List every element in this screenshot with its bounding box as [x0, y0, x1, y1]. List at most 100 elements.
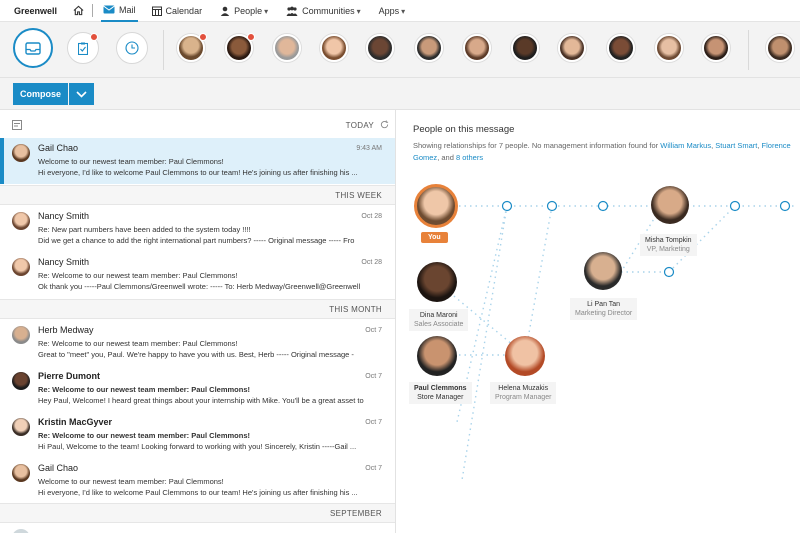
person-avatar[interactable]	[415, 34, 443, 62]
person-avatar[interactable]	[366, 34, 394, 62]
avatar	[12, 258, 30, 276]
list-item[interactable]: Nancy Smith Oct 28 Re: Welcome to our ne…	[0, 252, 395, 298]
mail-icon	[103, 5, 115, 14]
compose-dropdown-button[interactable]	[69, 83, 94, 105]
person-avatar[interactable]	[320, 34, 348, 62]
person-link[interactable]: William Markus	[660, 141, 711, 150]
person-link[interactable]: Stuart Smart	[715, 141, 757, 150]
panel-description: Showing relationships for 7 people. No m…	[413, 141, 791, 162]
desc-and: , and	[437, 153, 454, 162]
avatar	[12, 529, 30, 533]
message-preview: Hey Paul, Welcome! I heard great things …	[38, 396, 364, 405]
inbox-button[interactable]	[13, 28, 53, 68]
brand-name: Greenwell	[14, 5, 58, 16]
message-subject: Welcome to our newest team member: Paul …	[38, 477, 224, 486]
list-item[interactable]: Pierre Dumont Oct 7 Re: Welcome to our n…	[0, 366, 395, 412]
recent-button[interactable]	[116, 32, 148, 64]
message-date: Oct 7	[365, 373, 382, 380]
list-header: TODAY	[0, 110, 395, 138]
person-role: Program Manager	[495, 394, 552, 401]
person-avatar[interactable]	[273, 34, 301, 62]
sender-name: Herb Medway	[38, 325, 94, 335]
clock-icon	[125, 41, 139, 55]
quick-access-strip	[0, 22, 800, 78]
message-preview: Did we get a chance to add the right int…	[38, 236, 355, 245]
person-avatar[interactable]	[511, 34, 539, 62]
sender-name: Pierre Dumont	[38, 371, 101, 381]
sender-name: Nancy Smith	[38, 211, 90, 221]
graph-connector	[546, 200, 558, 212]
others-link[interactable]: 8 others	[456, 153, 483, 162]
message-subject: Re: Welcome to our newest team member: P…	[38, 339, 238, 348]
sender-name: Nancy Smith	[38, 257, 90, 267]
person-notification-dot	[247, 33, 255, 41]
message-preview: Hi everyone, I'd like to welcome Paul Cl…	[38, 168, 358, 177]
person-label: Helena Muzakis Program Manager	[490, 382, 557, 404]
list-icon[interactable]	[12, 120, 22, 130]
calendar-icon	[151, 6, 162, 16]
person-avatar[interactable]	[463, 34, 491, 62]
refresh-icon[interactable]	[380, 120, 389, 129]
list-item[interactable]: Herb Medway Oct 7 Re: Welcome to our new…	[0, 320, 395, 366]
people-icon	[220, 6, 230, 16]
person-node[interactable]	[417, 262, 457, 302]
you-node[interactable]	[414, 184, 458, 228]
people-panel: People on this message Showing relations…	[397, 110, 800, 533]
graph-connector	[597, 200, 609, 212]
person-node[interactable]	[651, 186, 689, 224]
nav-people[interactable]: People	[218, 0, 270, 22]
person-avatar[interactable]	[766, 34, 794, 62]
message-subject: Re: Welcome to our newest team member: P…	[38, 431, 250, 440]
message-date: Oct 7	[365, 327, 382, 334]
nav-communities-label: Communities	[302, 6, 361, 16]
person-node[interactable]	[584, 252, 622, 290]
nav-calendar[interactable]: Calendar	[150, 0, 205, 22]
clipboard-icon	[78, 42, 88, 55]
chevron-down-icon	[76, 90, 87, 98]
section-today: TODAY	[345, 121, 374, 130]
list-item[interactable]: Nancy Smith Oct 28 Re: New part numbers …	[0, 206, 395, 252]
nav-mail[interactable]: Mail	[101, 0, 138, 22]
nav-divider	[92, 4, 94, 17]
section-this-month: THIS MONTH	[0, 299, 395, 319]
list-item[interactable]: Kristin MacGyver Oct 7 Re: Welcome to ou…	[0, 412, 395, 458]
avatar	[12, 418, 30, 436]
avatar	[12, 144, 30, 162]
list-item[interactable]	[0, 524, 395, 533]
compose-button[interactable]: Compose	[13, 83, 68, 105]
nav-apps[interactable]: Apps	[377, 0, 408, 22]
message-date: Oct 7	[365, 419, 382, 426]
person-notification-dot	[199, 33, 207, 41]
message-subject: Welcome to our newest team member: Paul …	[38, 157, 224, 166]
message-subject: Re: Welcome to our newest team member: P…	[38, 385, 250, 394]
top-navigation: Greenwell Mail Calendar People Communiti…	[0, 0, 800, 22]
person-role: Sales Associate	[414, 321, 464, 328]
list-item[interactable]: Gail Chao Oct 7 Welcome to our newest te…	[0, 458, 395, 504]
avatar	[12, 464, 30, 482]
graph-connector	[729, 200, 741, 212]
person-name: Dina Maroni	[419, 312, 458, 319]
you-label: You	[421, 232, 448, 243]
list-item[interactable]: Gail Chao 9:43 AM Welcome to our newest …	[0, 138, 395, 184]
graph-connector	[663, 266, 675, 278]
message-date: Oct 28	[361, 213, 382, 220]
nav-calendar-label: Calendar	[165, 5, 203, 16]
person-role: VP, Marketing	[646, 246, 690, 253]
avatar	[12, 326, 30, 344]
person-label: Paul Clemmons Store Manager	[409, 382, 472, 404]
person-node[interactable]	[417, 336, 457, 376]
person-avatar[interactable]	[702, 34, 730, 62]
message-preview: Hi Paul, Welcome to the team! Looking fo…	[38, 442, 357, 451]
person-node[interactable]	[505, 336, 545, 376]
communities-icon	[286, 6, 298, 16]
person-avatar[interactable]	[558, 34, 586, 62]
message-preview: Great to "meet" you, Paul. We're happy t…	[38, 350, 354, 359]
message-subject: Re: Welcome to our newest team member: P…	[38, 271, 238, 280]
panel-title: People on this message	[413, 124, 515, 135]
person-role: Store Manager	[417, 394, 464, 401]
person-avatar[interactable]	[655, 34, 683, 62]
sender-name: Kristin MacGyver	[38, 417, 113, 427]
person-avatar[interactable]	[607, 34, 635, 62]
nav-communities[interactable]: Communities	[284, 0, 363, 22]
home-icon[interactable]	[73, 5, 84, 16]
